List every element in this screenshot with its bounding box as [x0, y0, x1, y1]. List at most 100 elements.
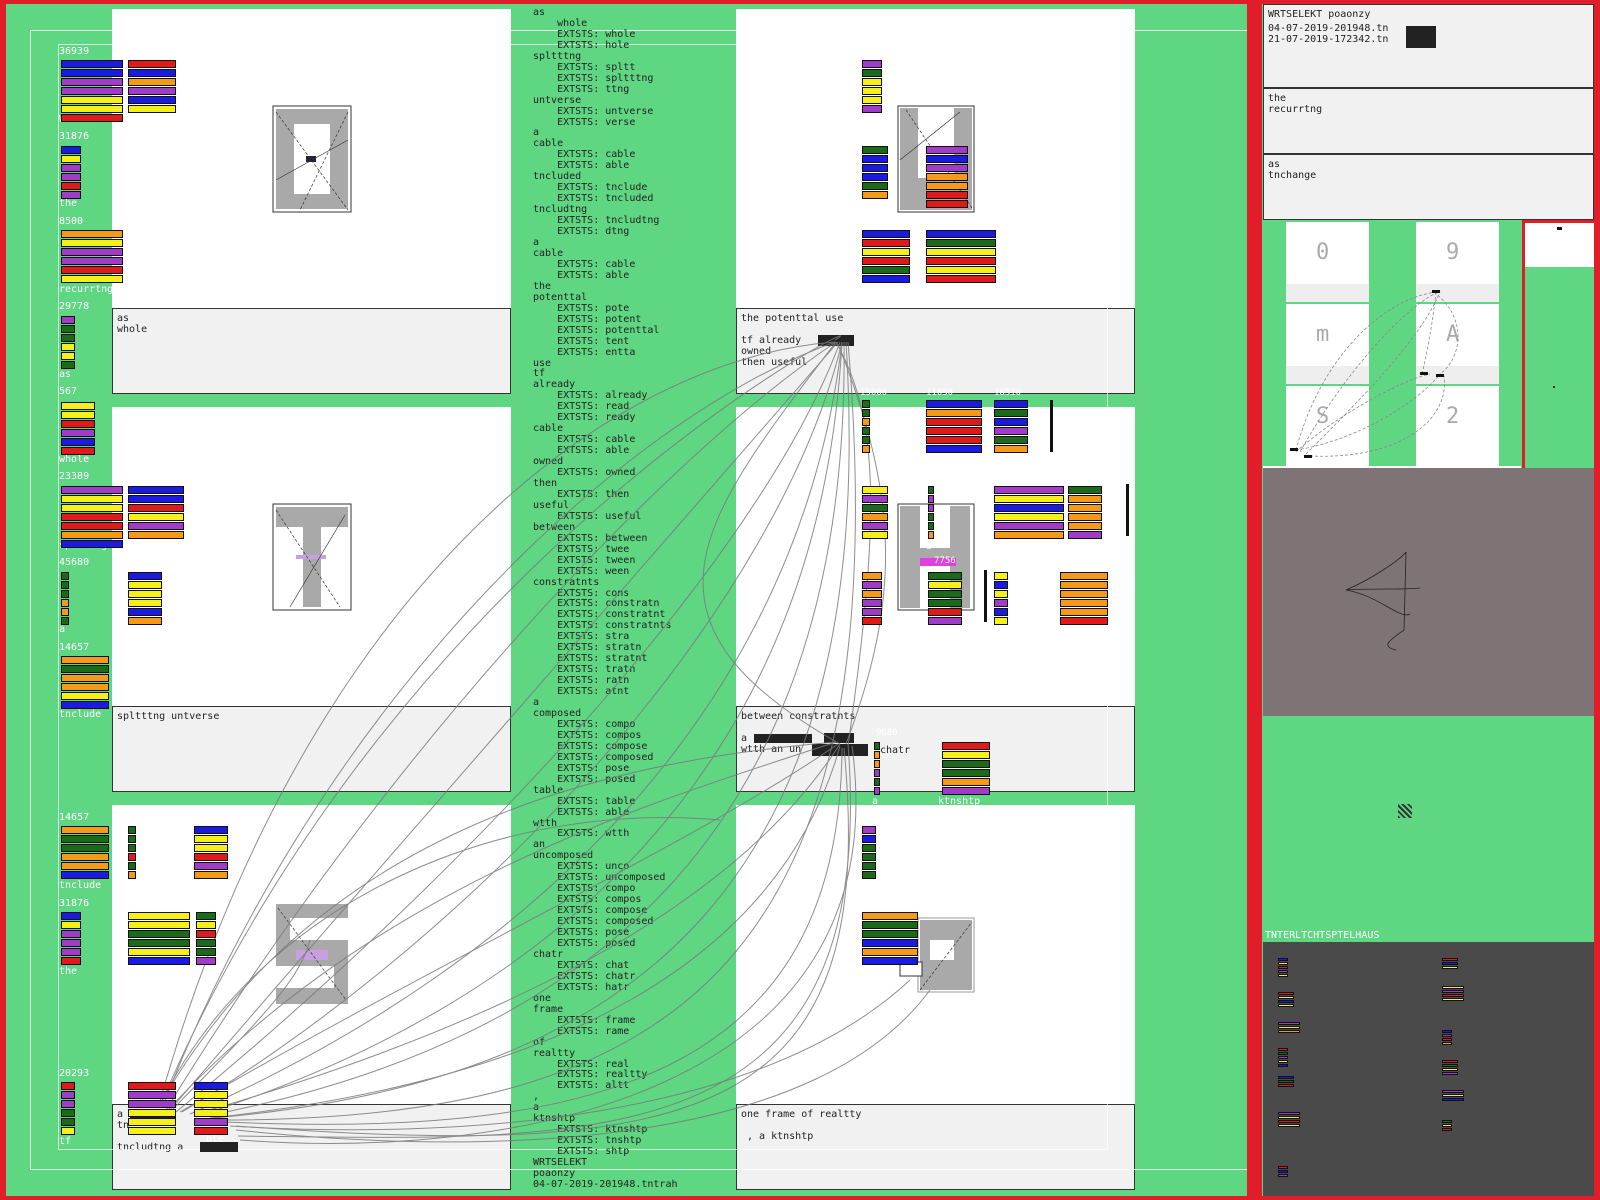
mini-bar-segment	[1278, 1022, 1300, 1025]
bar-segment	[862, 495, 888, 503]
bar-segment	[928, 504, 934, 512]
bar-segment	[1060, 581, 1108, 589]
bar-segment	[128, 531, 184, 539]
bar-segment	[128, 87, 176, 95]
bar-segment	[862, 939, 918, 947]
mini-bar-segment	[1278, 1116, 1300, 1119]
bar-segment	[128, 930, 190, 938]
bar-segment	[61, 361, 75, 369]
bar-segment	[926, 400, 982, 408]
mini-bar-segment	[1278, 1120, 1300, 1123]
bar-segment	[926, 239, 996, 247]
bar-segment	[61, 513, 123, 521]
bar-segment	[128, 844, 136, 852]
bar-segment	[128, 1118, 176, 1126]
bar-segment	[994, 590, 1008, 598]
mini-bar-segment	[1278, 1064, 1288, 1067]
bar-segment	[61, 1109, 75, 1117]
bar-segment	[61, 182, 81, 190]
bar-segment	[942, 778, 990, 786]
bar-segment	[61, 486, 123, 494]
bar-segment	[196, 957, 216, 965]
bar-segment	[862, 173, 888, 181]
bar-segment	[926, 200, 968, 208]
bar-segment	[862, 60, 882, 68]
bar-segment	[926, 436, 982, 444]
mini-bar-segment	[1278, 1060, 1288, 1063]
bar-segment	[862, 826, 876, 834]
mini-bar-segment	[1278, 1124, 1300, 1127]
bar-segment	[61, 844, 109, 852]
bar-segment	[61, 957, 81, 965]
bar-segment	[862, 69, 882, 77]
bar-segment	[994, 522, 1064, 530]
bar-segment	[61, 590, 69, 598]
mini-bar-segment	[1278, 962, 1288, 965]
bar-segment	[128, 617, 162, 625]
bar-segment	[61, 531, 123, 539]
bar-segment	[928, 590, 962, 598]
bar-segment	[61, 257, 123, 265]
bar-segment	[61, 275, 123, 283]
bar-segment	[194, 1082, 228, 1090]
bar-segment	[874, 769, 880, 777]
bar-segment	[1060, 572, 1108, 580]
bar-segment	[128, 871, 136, 879]
bar-segment	[994, 495, 1064, 503]
bar-segment	[1068, 531, 1102, 539]
bar-segment	[128, 921, 190, 929]
bar-segment	[61, 835, 109, 843]
bar-segment	[862, 427, 870, 435]
bar-segment	[128, 939, 190, 947]
bar-segment	[61, 230, 123, 238]
bar-segment	[994, 445, 1028, 453]
mini-bar-segment	[1442, 1098, 1464, 1101]
bar-segment	[1068, 495, 1102, 503]
bar-segment	[128, 522, 184, 530]
bar-segment	[862, 921, 918, 929]
bar-segment	[61, 420, 95, 428]
bar-segment	[862, 155, 888, 163]
bar-segment	[862, 513, 888, 521]
bar-segment	[61, 1127, 75, 1135]
bar-segment	[862, 257, 910, 265]
bar-segment	[61, 69, 123, 77]
bar-segment	[61, 701, 109, 709]
bar-segment	[994, 400, 1028, 408]
bar-segment	[128, 1127, 176, 1135]
mini-bar-segment	[1278, 1048, 1288, 1051]
bar-segment	[194, 853, 228, 861]
mini-bar-segment	[1442, 994, 1464, 997]
bar-segment	[61, 1091, 75, 1099]
bar-segment	[128, 599, 162, 607]
bar-segment	[61, 325, 75, 333]
bar-segment	[61, 692, 109, 700]
mini-bar-segment	[1278, 996, 1294, 999]
mini-bar-segment	[1442, 962, 1458, 965]
bar-segment	[61, 155, 81, 163]
bar-segment	[926, 266, 996, 274]
bar-segment	[61, 912, 81, 920]
bar-segment	[61, 948, 81, 956]
bar-segment	[926, 445, 982, 453]
bar-segment	[928, 581, 962, 589]
bar-segment	[942, 760, 990, 768]
bar-segment	[1068, 522, 1102, 530]
bar-segment	[61, 853, 109, 861]
bar-segment	[61, 173, 81, 181]
bar-segment	[61, 191, 81, 199]
bar-segment	[928, 522, 934, 530]
right-dot	[1553, 386, 1555, 388]
bar-segment	[128, 608, 162, 616]
mini-bar-segment	[1278, 1076, 1294, 1079]
bar-segment	[128, 96, 176, 104]
mini-bar-segment	[1278, 966, 1288, 969]
mini-bar-segment	[1442, 1124, 1452, 1127]
bar-segment	[61, 826, 109, 834]
bar-segment	[128, 1100, 176, 1108]
mini-bar-segment	[1278, 958, 1288, 961]
bar-segment	[862, 608, 882, 616]
bar-segment	[862, 409, 870, 417]
bar-segment	[61, 402, 95, 410]
mini-bar-segment	[1442, 1094, 1464, 1097]
